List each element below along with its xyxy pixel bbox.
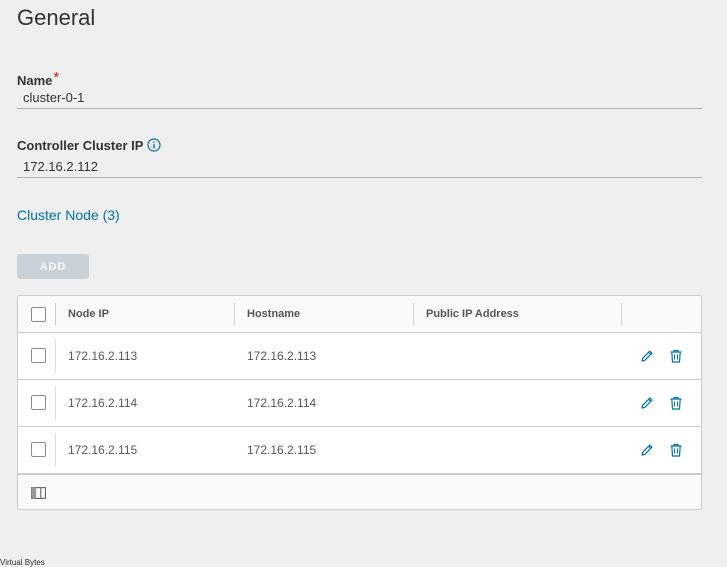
- hostname-cell: 172.16.2.113: [247, 349, 317, 363]
- delete-icon[interactable]: [668, 348, 684, 364]
- grid-footer: [18, 474, 701, 509]
- hostname-cell: 172.16.2.115: [247, 443, 317, 457]
- column-separator: [55, 386, 56, 420]
- column-resizer[interactable]: [413, 303, 414, 325]
- column-header-public-ip[interactable]: Public IP Address: [426, 296, 519, 332]
- row-checkbox[interactable]: [31, 395, 46, 410]
- column-header-hostname[interactable]: Hostname: [247, 296, 300, 332]
- node-ip-cell: 172.16.2.113: [68, 349, 138, 363]
- required-marker: *: [53, 69, 60, 86]
- column-toggle-icon[interactable]: [31, 486, 46, 504]
- info-icon[interactable]: [147, 138, 162, 155]
- column-separator: [55, 339, 56, 373]
- table-row: 172.16.2.114 172.16.2.114: [18, 380, 701, 427]
- cluster-node-title: Cluster Node (3): [17, 207, 120, 223]
- table-row: 172.16.2.115 172.16.2.115: [18, 427, 701, 474]
- controller-ip-label: Controller Cluster IP: [17, 138, 162, 155]
- name-label: Name*: [17, 69, 60, 88]
- name-input[interactable]: [17, 87, 702, 109]
- add-node-button[interactable]: ADD: [17, 254, 89, 279]
- controller-ip-input[interactable]: [17, 156, 702, 178]
- column-resizer[interactable]: [234, 303, 235, 325]
- node-ip-cell: 172.16.2.115: [68, 443, 138, 457]
- cluster-node-grid: Node IP Hostname Public IP Address 172.1…: [17, 295, 702, 510]
- column-separator: [55, 303, 56, 325]
- node-ip-cell: 172.16.2.114: [68, 396, 138, 410]
- hostname-cell: 172.16.2.114: [247, 396, 317, 410]
- watermark-text: Virtual Bytes: [0, 558, 45, 567]
- column-header-node-ip[interactable]: Node IP: [68, 296, 109, 332]
- edit-icon[interactable]: [639, 348, 655, 364]
- column-resizer[interactable]: [621, 303, 622, 325]
- select-all-checkbox[interactable]: [31, 307, 46, 322]
- grid-header: Node IP Hostname Public IP Address: [18, 296, 701, 333]
- edit-icon[interactable]: [639, 442, 655, 458]
- page-title: General: [17, 5, 96, 30]
- table-row: 172.16.2.113 172.16.2.113: [18, 333, 701, 380]
- column-separator: [55, 433, 56, 467]
- delete-icon[interactable]: [668, 442, 684, 458]
- row-checkbox[interactable]: [31, 442, 46, 457]
- row-checkbox[interactable]: [31, 348, 46, 363]
- delete-icon[interactable]: [668, 395, 684, 411]
- edit-icon[interactable]: [639, 395, 655, 411]
